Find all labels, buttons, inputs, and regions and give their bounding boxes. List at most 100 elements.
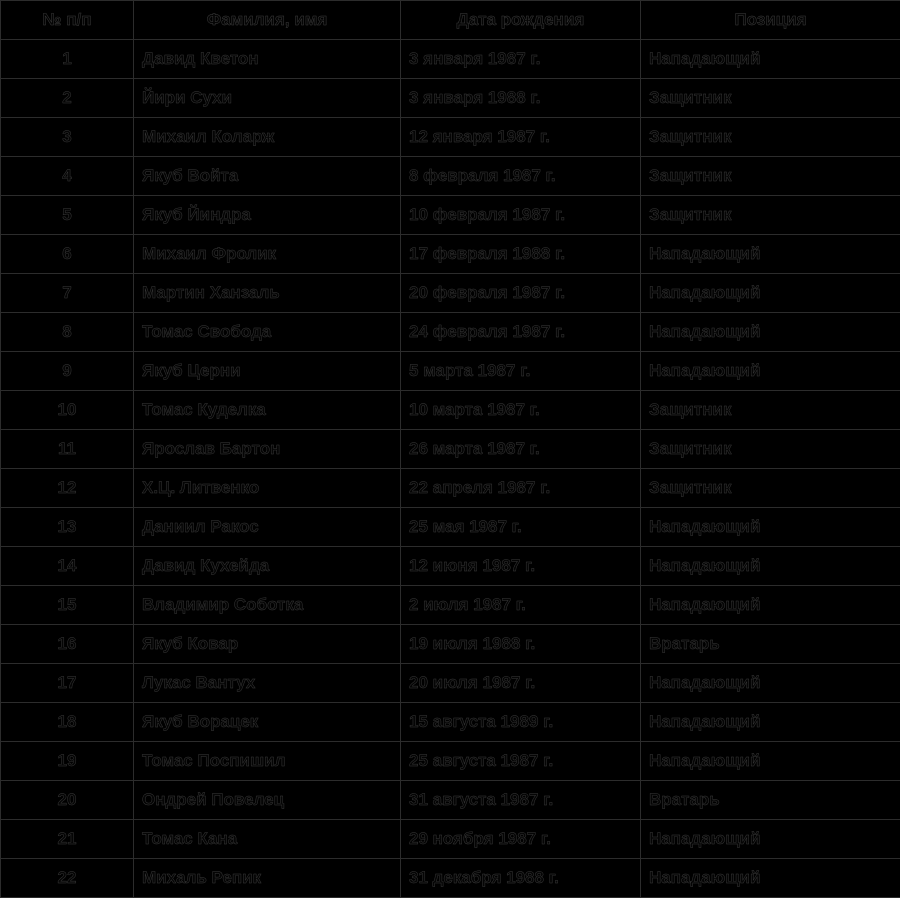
cell-birthdate: 15 августа 1989 г. xyxy=(401,703,641,742)
cell-number: 13 xyxy=(1,508,134,547)
cell-position: Нападающий xyxy=(641,508,900,547)
table-row: 19Томас Поспишил25 августа 1987 г.Напада… xyxy=(1,742,900,781)
cell-position: Защитник xyxy=(641,391,900,430)
cell-name: Даниил Ракос xyxy=(134,508,401,547)
table-row: 18Якуб Ворацек15 августа 1989 г.Нападающ… xyxy=(1,703,900,742)
cell-birthdate: 12 июня 1987 г. xyxy=(401,547,641,586)
cell-birthdate: 5 марта 1987 г. xyxy=(401,352,641,391)
cell-birthdate: 26 марта 1987 г. xyxy=(401,430,641,469)
cell-name: Якуб Йиндра xyxy=(134,196,401,235)
cell-number: 2 xyxy=(1,79,134,118)
cell-birthdate: 25 августа 1987 г. xyxy=(401,742,641,781)
cell-name: Томас Куделка xyxy=(134,391,401,430)
cell-name: Йири Сухи xyxy=(134,79,401,118)
roster-table: № п/п Фамилия, имя Дата рождения Позиция… xyxy=(0,0,900,898)
cell-number: 3 xyxy=(1,118,134,157)
table-row: 22Михаль Репик31 декабря 1988 г.Нападающ… xyxy=(1,859,900,898)
table-row: 17Лукас Вантух20 июля 1987 г.Нападающий xyxy=(1,664,900,703)
cell-number: 4 xyxy=(1,157,134,196)
cell-name: Томас Поспишил xyxy=(134,742,401,781)
cell-position: Нападающий xyxy=(641,547,900,586)
table-row: 3Михаил Коларж12 января 1987 г.Защитник xyxy=(1,118,900,157)
table-row: 9Якуб Церни5 марта 1987 г.Нападающий xyxy=(1,352,900,391)
table-row: 10Томас Куделка10 марта 1987 г.Защитник xyxy=(1,391,900,430)
cell-position: Защитник xyxy=(641,118,900,157)
cell-name: Ярослав Бартон xyxy=(134,430,401,469)
table-row: 12Х.Ц. Литвенко22 апреля 1987 г.Защитник xyxy=(1,469,900,508)
table-row: 16Якуб Ковар19 июля 1988 г.Вратарь xyxy=(1,625,900,664)
cell-number: 16 xyxy=(1,625,134,664)
cell-number: 19 xyxy=(1,742,134,781)
cell-number: 1 xyxy=(1,40,134,79)
cell-number: 7 xyxy=(1,274,134,313)
table-row: 6Михаил Фролик17 февраля 1988 г.Нападающ… xyxy=(1,235,900,274)
cell-birthdate: 3 января 1987 г. xyxy=(401,40,641,79)
cell-birthdate: 17 февраля 1988 г. xyxy=(401,235,641,274)
cell-name: Давид Кветон xyxy=(134,40,401,79)
cell-birthdate: 3 января 1988 г. xyxy=(401,79,641,118)
cell-number: 9 xyxy=(1,352,134,391)
cell-number: 14 xyxy=(1,547,134,586)
cell-birthdate: 20 июля 1987 г. xyxy=(401,664,641,703)
table-row: 2Йири Сухи3 января 1988 г.Защитник xyxy=(1,79,900,118)
cell-position: Нападающий xyxy=(641,235,900,274)
cell-name: Якуб Войта xyxy=(134,157,401,196)
cell-number: 8 xyxy=(1,313,134,352)
cell-position: Защитник xyxy=(641,430,900,469)
table-body: 1Давид Кветон3 января 1987 г.Нападающий2… xyxy=(1,40,900,898)
cell-name: Томас Свобода xyxy=(134,313,401,352)
cell-position: Нападающий xyxy=(641,274,900,313)
cell-birthdate: 29 ноября 1987 г. xyxy=(401,820,641,859)
cell-number: 18 xyxy=(1,703,134,742)
column-header-name: Фамилия, имя xyxy=(134,1,401,40)
cell-number: 10 xyxy=(1,391,134,430)
cell-number: 12 xyxy=(1,469,134,508)
table-row: 14Давид Кухейда12 июня 1987 г.Нападающий xyxy=(1,547,900,586)
cell-birthdate: 20 февраля 1987 г. xyxy=(401,274,641,313)
cell-position: Нападающий xyxy=(641,859,900,898)
cell-name: Давид Кухейда xyxy=(134,547,401,586)
cell-birthdate: 19 июля 1988 г. xyxy=(401,625,641,664)
cell-birthdate: 25 мая 1987 г. xyxy=(401,508,641,547)
cell-name: Михаил Коларж xyxy=(134,118,401,157)
column-header-birthdate: Дата рождения xyxy=(401,1,641,40)
cell-birthdate: 12 января 1987 г. xyxy=(401,118,641,157)
column-header-position: Позиция xyxy=(641,1,900,40)
cell-position: Защитник xyxy=(641,196,900,235)
cell-number: 15 xyxy=(1,586,134,625)
cell-number: 22 xyxy=(1,859,134,898)
cell-position: Нападающий xyxy=(641,742,900,781)
cell-birthdate: 2 июля 1987 г. xyxy=(401,586,641,625)
table-row: 13Даниил Ракос25 мая 1987 г.Нападающий xyxy=(1,508,900,547)
cell-number: 5 xyxy=(1,196,134,235)
cell-birthdate: 24 февраля 1987 г. xyxy=(401,313,641,352)
cell-name: Якуб Ковар xyxy=(134,625,401,664)
cell-position: Нападающий xyxy=(641,820,900,859)
cell-position: Нападающий xyxy=(641,352,900,391)
table-row: 8Томас Свобода24 февраля 1987 г.Нападающ… xyxy=(1,313,900,352)
cell-number: 17 xyxy=(1,664,134,703)
cell-position: Защитник xyxy=(641,469,900,508)
table-row: 15Владимир Соботка2 июля 1987 г.Нападающ… xyxy=(1,586,900,625)
cell-birthdate: 10 марта 1987 г. xyxy=(401,391,641,430)
cell-position: Нападающий xyxy=(641,664,900,703)
cell-name: Якуб Ворацек xyxy=(134,703,401,742)
cell-name: Михаль Репик xyxy=(134,859,401,898)
cell-position: Нападающий xyxy=(641,703,900,742)
cell-name: Ондрей Повелец xyxy=(134,781,401,820)
cell-name: Мартин Ханзаль xyxy=(134,274,401,313)
cell-birthdate: 8 февраля 1987 г. xyxy=(401,157,641,196)
cell-number: 21 xyxy=(1,820,134,859)
table-row: 21Томас Кана29 ноября 1987 г.Нападающий xyxy=(1,820,900,859)
cell-number: 6 xyxy=(1,235,134,274)
table-row: 5Якуб Йиндра10 февраля 1987 г.Защитник xyxy=(1,196,900,235)
cell-birthdate: 22 апреля 1987 г. xyxy=(401,469,641,508)
table-header-row: № п/п Фамилия, имя Дата рождения Позиция xyxy=(1,1,900,40)
cell-name: Лукас Вантух xyxy=(134,664,401,703)
cell-name: Томас Кана xyxy=(134,820,401,859)
cell-position: Нападающий xyxy=(641,586,900,625)
table-row: 11Ярослав Бартон26 марта 1987 г.Защитник xyxy=(1,430,900,469)
cell-name: Х.Ц. Литвенко xyxy=(134,469,401,508)
cell-name: Владимир Соботка xyxy=(134,586,401,625)
cell-position: Нападающий xyxy=(641,313,900,352)
